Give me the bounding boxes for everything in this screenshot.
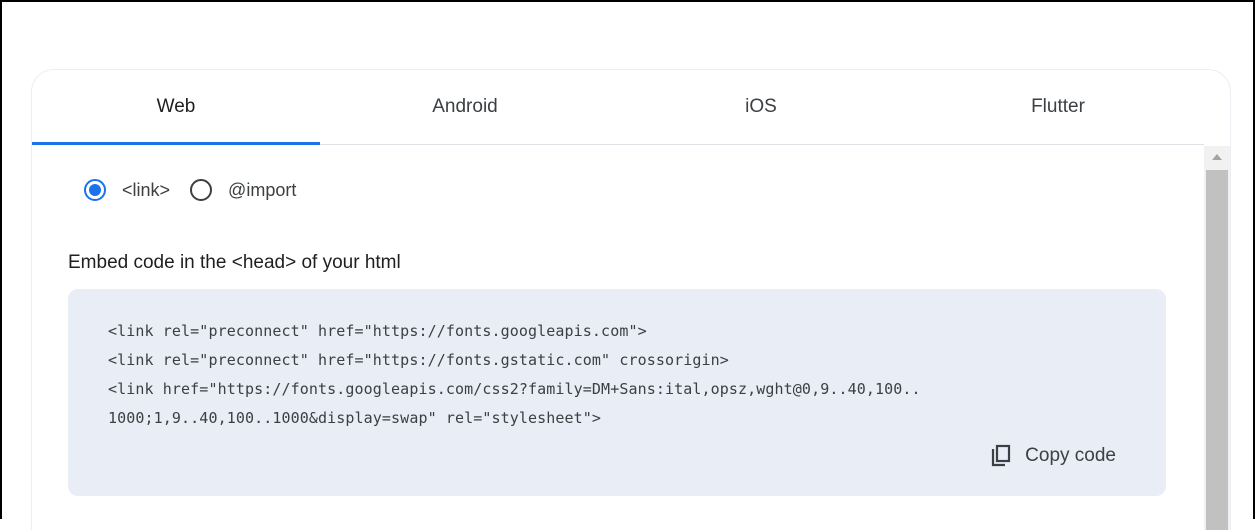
platform-tabs: Web Android iOS Flutter [32,70,1204,145]
font-embed-panel: Web Android iOS Flutter <link> @import E… [32,70,1230,530]
copy-code-button[interactable]: Copy code [989,444,1116,468]
link-radio-button[interactable] [84,179,106,201]
scroll-up-arrow-icon[interactable] [1212,154,1222,160]
vertical-scrollbar[interactable] [1204,146,1230,530]
code-line: <link rel="preconnect" href="https://fon… [108,351,729,369]
tab-flutter[interactable]: Flutter [912,70,1204,144]
code-line: <link href="https://fonts.googleapis.com… [108,380,921,398]
tab-ios[interactable]: iOS [610,70,912,144]
code-block: <link rel="preconnect" href="https://fon… [68,289,1166,496]
import-radio-label[interactable]: @import [228,180,296,201]
embed-code-text[interactable]: <link rel="preconnect" href="https://fon… [108,317,921,433]
copy-icon [989,444,1011,468]
embed-code-heading: Embed code in the <head> of your html [68,252,401,273]
scrollbar-thumb[interactable] [1206,170,1228,530]
copy-code-label: Copy code [1025,445,1116,466]
import-radio-button[interactable] [190,179,213,201]
code-line: 1000;1,9..40,100..1000&display=swap" rel… [108,409,602,427]
code-line: <link rel="preconnect" href="https://fon… [108,322,647,340]
tab-android[interactable]: Android [320,70,610,144]
link-radio-label[interactable]: <link> [122,180,170,201]
embed-type-options: <link> @import [84,174,316,206]
tab-web[interactable]: Web [32,70,320,145]
